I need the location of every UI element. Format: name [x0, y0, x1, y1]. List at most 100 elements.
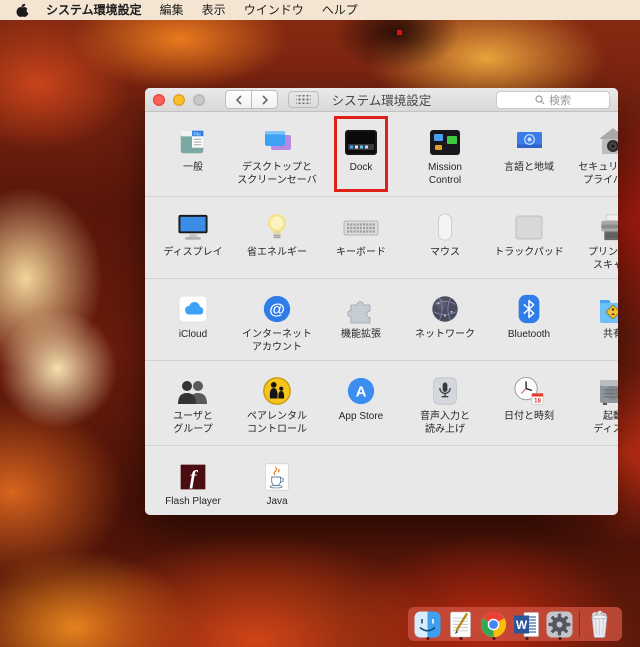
close-button[interactable] — [153, 93, 165, 106]
running-indicator — [459, 637, 462, 640]
extensions-icon — [345, 287, 377, 325]
trackpad-icon — [513, 205, 545, 243]
pref-label: プリンタと スキャナ — [588, 247, 618, 271]
menu-item-window[interactable]: ウインドウ — [235, 0, 313, 20]
dictation-speech-icon — [430, 369, 460, 407]
pref-label: iCloud — [178, 329, 208, 340]
pref-label: Flash Player — [165, 496, 221, 507]
pref-label: 共有 — [603, 329, 618, 340]
chrome-icon — [480, 611, 507, 637]
pref-network[interactable]: ネットワーク — [403, 287, 487, 360]
pref-startup-disk[interactable]: 起動 ディスク — [571, 369, 618, 445]
search-placeholder: 検索 — [549, 95, 571, 107]
wallpaper-red-dot — [397, 30, 402, 35]
keyboard-icon — [342, 205, 380, 243]
pref-label: デスクトップと スクリーンセーバ — [237, 162, 317, 186]
pref-label: セキュリティと プライバシー — [578, 162, 618, 186]
menu-item-edit[interactable]: 編集 — [151, 0, 193, 20]
minimize-button[interactable] — [173, 93, 185, 106]
apple-menu[interactable] — [16, 3, 29, 18]
forward-button[interactable] — [251, 90, 278, 109]
show-all-button[interactable] — [288, 91, 319, 108]
chevron-left-icon — [235, 94, 242, 105]
pref-label: 日付と時刻 — [504, 411, 554, 422]
pref-app-store[interactable]: A App Store — [319, 369, 403, 445]
pref-label: Java — [266, 496, 288, 507]
menu-item-app[interactable]: システム環境設定 — [37, 0, 151, 20]
svg-text:W: W — [516, 618, 528, 632]
running-indicator — [492, 637, 495, 640]
zoom-button-disabled — [193, 93, 205, 106]
system-preferences-icon — [546, 611, 573, 637]
running-indicator — [558, 637, 561, 640]
pref-mission-control[interactable]: Mission Control — [403, 120, 487, 196]
dock-finder[interactable] — [414, 608, 441, 640]
pref-dictation-speech[interactable]: 音声入力と 読み上げ — [403, 369, 487, 445]
pref-internet-accounts[interactable]: @ インターネット アカウント — [235, 287, 319, 360]
pref-dock[interactable]: Dock — [319, 116, 403, 196]
pref-label: ユーザと グループ — [173, 411, 213, 435]
pref-mouse[interactable]: マウス — [403, 205, 487, 278]
running-indicator — [525, 637, 528, 640]
dock-trash[interactable] — [586, 608, 613, 640]
users-groups-icon — [176, 369, 210, 407]
pref-parental-controls[interactable]: ペアレンタル コントロール — [235, 369, 319, 445]
search-field[interactable]: 検索 — [496, 91, 610, 109]
pref-icloud[interactable]: iCloud — [151, 287, 235, 360]
pref-language-region[interactable]: 言語と地域 — [487, 120, 571, 196]
network-icon — [429, 287, 461, 325]
dock-chrome[interactable] — [480, 608, 507, 640]
pref-displays[interactable]: ディスプレイ — [151, 205, 235, 278]
pref-java[interactable]: Java — [235, 454, 319, 515]
startup-disk-icon — [596, 369, 618, 407]
pref-label: ディスプレイ — [163, 247, 223, 258]
trash-icon — [591, 610, 608, 638]
pref-label: マウス — [430, 247, 460, 258]
pref-printers-scanners[interactable]: プリンタと スキャナ — [571, 205, 618, 278]
pref-desktop-screensaver[interactable]: デスクトップと スクリーンセーバ — [235, 120, 319, 196]
pref-label: Bluetooth — [507, 329, 551, 340]
system-preferences-window: システム環境設定 検索 File 一般 デスクトップと スクリーンセーバ Doc… — [145, 88, 618, 515]
icloud-icon — [176, 287, 210, 325]
desktop-screensaver-icon — [260, 120, 294, 158]
svg-text:18: 18 — [534, 398, 542, 405]
dock-icon — [343, 120, 379, 158]
pref-security-privacy[interactable]: セキュリティと プライバシー — [571, 120, 618, 196]
pref-bluetooth[interactable]: Bluetooth — [487, 287, 571, 360]
dock-textedit[interactable] — [447, 608, 474, 640]
chevron-right-icon — [261, 94, 268, 105]
pref-users-groups[interactable]: ユーザと グループ — [151, 369, 235, 445]
menu-item-view[interactable]: 表示 — [193, 0, 235, 20]
java-icon — [263, 454, 291, 492]
dock-separator — [579, 611, 580, 637]
pref-label: ネットワーク — [415, 329, 475, 340]
pref-label: 機能拡張 — [341, 329, 381, 340]
finder-icon — [414, 611, 441, 637]
pref-extensions[interactable]: 機能拡張 — [319, 287, 403, 360]
flash-player-icon: f — [178, 454, 208, 492]
app-store-icon: A — [345, 369, 377, 407]
pref-keyboard[interactable]: キーボード — [319, 205, 403, 278]
bluetooth-icon — [516, 287, 542, 325]
pref-row-5: f Flash Player Java — [145, 446, 618, 515]
pref-label: 起動 ディスク — [593, 411, 618, 435]
pref-trackpad[interactable]: トラックパッド — [487, 205, 571, 278]
svg-text:@: @ — [269, 302, 285, 319]
dock-system-preferences[interactable] — [546, 608, 573, 640]
pref-row-2: ディスプレイ 省エネルギー キーボード マウス トラックパッド プリン スキ — [145, 197, 618, 279]
pref-sharing[interactable]: 共有 — [571, 287, 618, 360]
running-indicator — [426, 637, 429, 640]
pref-row-3: iCloud @ インターネット アカウント 機能拡張 ネットワーク Bluet… — [145, 279, 618, 361]
pref-energy-saver[interactable]: 省エネルギー — [235, 205, 319, 278]
dock-word[interactable]: W — [513, 608, 540, 640]
back-button[interactable] — [225, 90, 251, 109]
pref-row-1: File 一般 デスクトップと スクリーンセーバ Dock Mission Co… — [145, 112, 618, 197]
language-region-icon — [511, 120, 547, 158]
pref-label: 音声入力と 読み上げ — [420, 411, 470, 435]
pref-general[interactable]: File 一般 — [151, 120, 235, 196]
pref-label: ペアレンタル コントロール — [247, 411, 307, 435]
menu-item-help[interactable]: ヘルプ — [313, 0, 367, 20]
svg-text:A: A — [356, 384, 367, 401]
pref-flash-player[interactable]: f Flash Player — [151, 454, 235, 515]
pref-date-time[interactable]: 18 日付と時刻 — [487, 369, 571, 445]
